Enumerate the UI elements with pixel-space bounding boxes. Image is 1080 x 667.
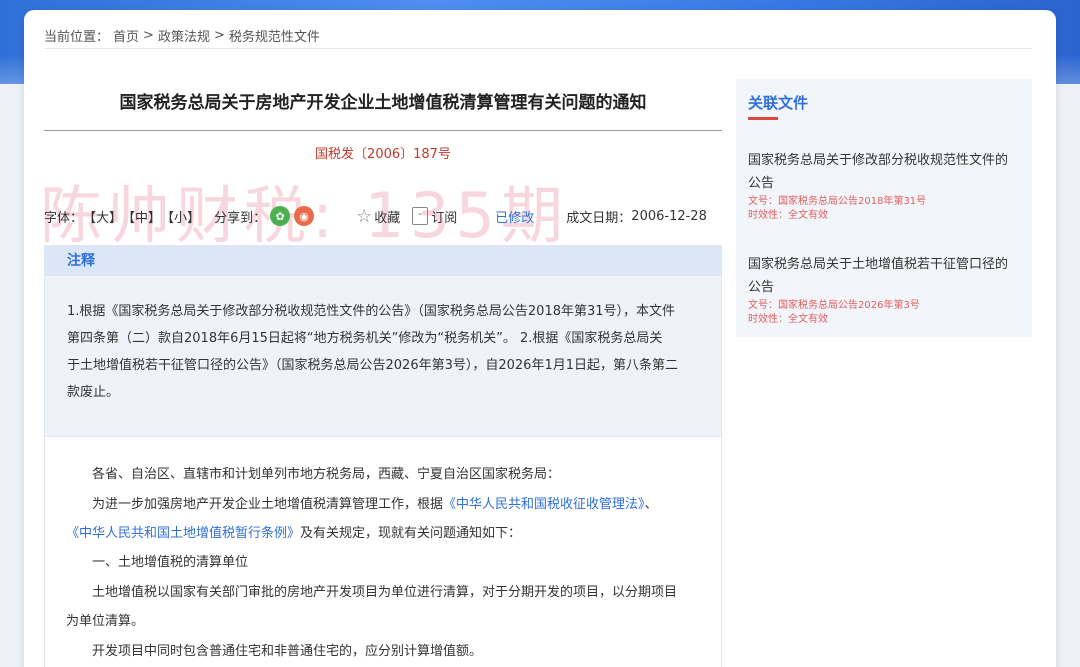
addressee-paragraph: 各省、自治区、直辖市和计划单列市地方税务局，西藏、宁夏自治区国家税务局：: [92, 467, 561, 482]
related-file-title[interactable]: 国家税务总局关于修改部分税收规范性文件的: [748, 149, 1020, 172]
related-files-panel: 关联文件 国家税务总局关于修改部分税收规范性文件的 公告 文号：国家税务总局公告…: [736, 79, 1032, 337]
document-number: 国税发〔2006〕187号: [315, 147, 451, 162]
breadcrumb: 当前位置： 首页 > 政策法规 > 税务规范性文件: [44, 24, 320, 46]
subscribe-label: 订阅: [431, 210, 458, 226]
font-size-large-button[interactable]: 【大】: [83, 207, 122, 226]
intro-line2: 《中华人民共和国土地增值税暂行条例》及有关规定，现就有关问题通知如下：: [66, 519, 521, 549]
favorite-label: 收藏: [374, 210, 401, 226]
document-toolbar: 字体： 【大】 【中】 【小】 分享到： ✿ ◉ ☆ 收藏 ⌄ 订阅 已 修改 …: [44, 204, 722, 228]
date-value: 2006-12-28: [631, 208, 707, 224]
annotation-header: 注释: [45, 246, 721, 276]
favorite-button[interactable]: ☆ 收藏: [356, 206, 400, 227]
breadcrumb-tax-docs[interactable]: 税务规范性文件: [229, 26, 320, 45]
annotation-line: 第四条第（二）款自2018年6月15日起将“地方税务机关”修改为“税务机关”。 …: [67, 331, 663, 346]
breadcrumb-policy[interactable]: 政策法规: [158, 26, 210, 45]
breadcrumb-label: 当前位置：: [44, 29, 110, 45]
modified-status-link[interactable]: 修改: [508, 207, 534, 226]
annotation-box: 注释 1.根据《国家税务总局关于修改部分税收规范性文件的公告》（国家税务总局公告…: [44, 245, 722, 437]
paragraph-line: 土地增值税以国家有关部门审批的房地产开发项目为单位进行清算，对于分期开发的项目，…: [92, 585, 678, 600]
subscribe-icon: ⌄: [412, 207, 429, 225]
related-file-validity: 时效性：全文有效: [748, 314, 828, 325]
related-file-title[interactable]: 国家税务总局关于土地增值税若干征管口径的: [748, 253, 1020, 276]
font-size-small-button[interactable]: 【小】: [161, 207, 200, 226]
title-rule: [44, 130, 722, 131]
annotation-text: 1.根据《国家税务总局关于修改部分税收规范性文件的公告》（国家税务总局公告201…: [67, 298, 701, 406]
subscribe-button[interactable]: ⌄ 订阅: [412, 207, 457, 226]
document-title: 国家税务总局关于房地产开发企业土地增值税清算管理有关问题的通知: [119, 93, 647, 113]
related-file-title[interactable]: 公告: [748, 276, 1020, 299]
paragraph-line: 为单位清算。: [66, 614, 145, 629]
annotation-line: 款废止。: [67, 385, 120, 400]
breadcrumb-divider: [44, 48, 1032, 49]
wechat-share-icon[interactable]: ✿: [270, 206, 291, 226]
annotation-line: 1.根据《国家税务总局关于修改部分税收规范性文件的公告》（国家税务总局公告201…: [67, 304, 676, 319]
intro-comma: 、: [644, 497, 658, 512]
related-file-item[interactable]: 国家税务总局关于修改部分税收规范性文件的 公告 文号：国家税务总局公告2018年…: [748, 149, 1020, 223]
intro-suffix: 及有关规定，现就有关问题通知如下：: [300, 526, 522, 541]
breadcrumb-home[interactable]: 首页: [113, 26, 139, 45]
intro-line1: 为进一步加强房地产开发企业土地增值税清算管理工作，根据《中华人民共和国税收征收管…: [92, 490, 658, 520]
star-icon: ☆: [356, 205, 373, 227]
weibo-share-icon[interactable]: ◉: [294, 206, 315, 226]
intro-prefix: 为进一步加强房地产开发企业土地增值税清算管理工作，根据: [92, 497, 444, 512]
date-label: 成文日期：: [566, 210, 632, 226]
font-size-label: 字体：: [44, 210, 84, 226]
font-size-medium-button[interactable]: 【中】: [122, 207, 161, 226]
related-file-title[interactable]: 公告: [748, 172, 1020, 195]
share-label: 分享到：: [214, 210, 267, 226]
title-underline: [748, 117, 778, 120]
breadcrumb-separator: >: [143, 27, 154, 43]
related-file-doc-number: 文号：国家税务总局公告2026年第3号: [748, 300, 920, 311]
related-file-item[interactable]: 国家税务总局关于土地增值税若干征管口径的 公告 文号：国家税务总局公告2026年…: [748, 253, 1020, 327]
annotation-line: 于土地增值税若干征管口径的公告》（国家税务总局公告2026年第3号），自2026…: [67, 358, 678, 373]
related-files-title: 关联文件: [748, 94, 809, 112]
law-link-land-tax[interactable]: 《中华人民共和国土地增值税暂行条例》: [66, 526, 300, 541]
law-link-tax-collection[interactable]: 《中华人民共和国税收征收管理法》: [443, 497, 645, 512]
related-file-validity: 时效性：全文有效: [748, 210, 828, 221]
status-prefix: 已: [495, 210, 509, 226]
section-heading: 一、土地增值税的清算单位: [92, 555, 249, 570]
paragraph-line: 开发项目中同时包含普通住宅和非普通住宅的，应分别计算增值额。: [92, 644, 483, 659]
related-file-doc-number: 文号：国家税务总局公告2018年第31号: [748, 196, 927, 207]
breadcrumb-separator: >: [213, 27, 225, 43]
